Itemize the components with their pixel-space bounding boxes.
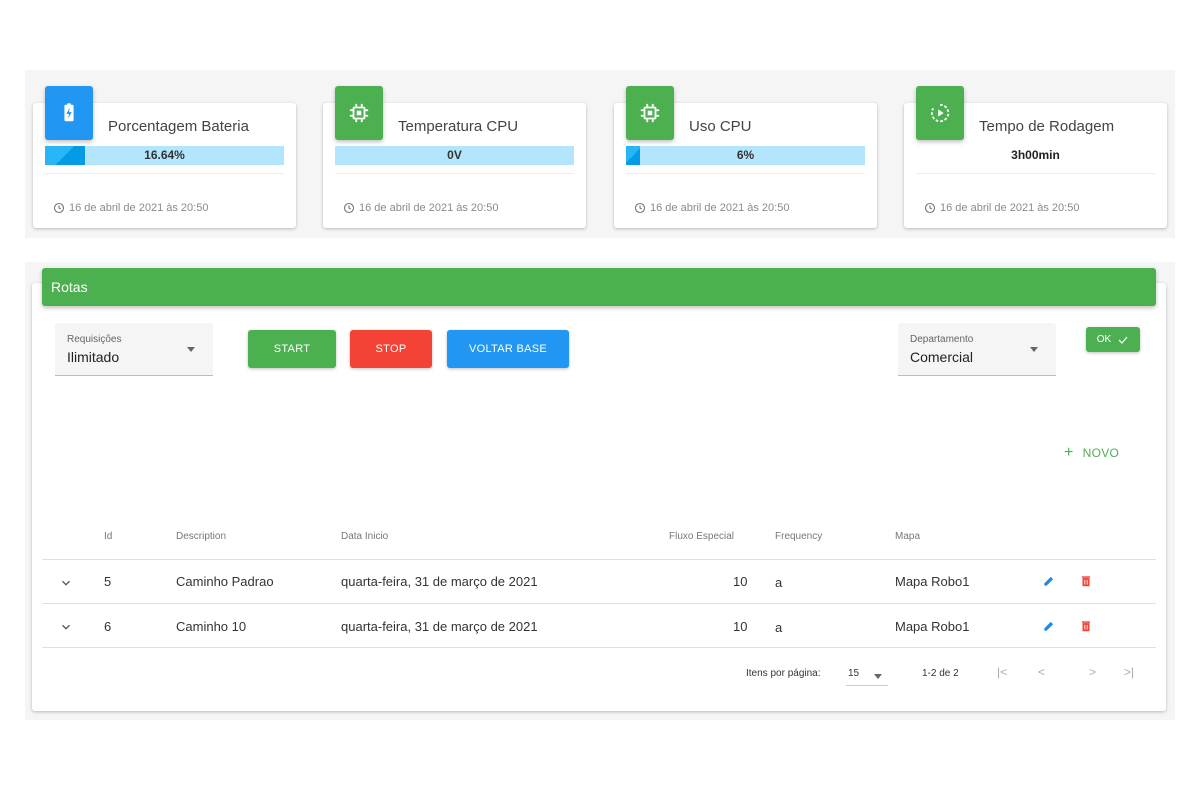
voltar-base-button[interactable]: VOLTAR BASE — [447, 330, 569, 368]
cell-id: 5 — [104, 574, 112, 589]
cell-description: Caminho Padrao — [176, 574, 274, 589]
timestamp-text: 16 de abril de 2021 às 20:50 — [359, 202, 499, 214]
runtime-card: Tempo de Rodagem 3h00min 16 de abril de … — [904, 86, 1167, 228]
requisicoes-value: Ilimitado — [67, 349, 120, 365]
requisicoes-select[interactable]: Requisições Ilimitado — [55, 323, 213, 376]
plus-icon: + — [1064, 444, 1074, 461]
dropdown-arrow-icon — [187, 347, 195, 352]
play-circle-icon — [916, 86, 964, 140]
cell-frequency: a — [775, 620, 783, 635]
column-header-fluxo-especial[interactable]: Fluxo Especial — [669, 531, 734, 542]
stat-title: Tempo de Rodagem — [979, 118, 1115, 135]
battery-charging-icon — [45, 86, 93, 140]
previous-page-icon[interactable]: < — [1038, 665, 1045, 679]
divider — [626, 173, 865, 174]
requisicoes-label: Requisições — [67, 334, 122, 345]
cell-mapa: Mapa Robo1 — [895, 619, 970, 634]
cell-data-inicio: quarta-feira, 31 de março de 2021 — [341, 574, 538, 589]
rotas-header: Rotas — [42, 268, 1156, 306]
chevron-down-icon[interactable] — [59, 620, 73, 634]
next-page-icon[interactable]: > — [1089, 665, 1096, 679]
stat-timestamp: 16 de abril de 2021 às 20:50 — [53, 202, 208, 214]
page-size-value: 15 — [848, 668, 860, 679]
departamento-value: Comercial — [910, 349, 974, 365]
items-per-page-label: Itens por página: — [746, 668, 821, 679]
cell-fluxo-especial: 10 — [733, 619, 748, 634]
column-header-frequency[interactable]: Frequency — [775, 531, 822, 542]
chevron-down-icon[interactable] — [59, 576, 73, 590]
stat-title: Temperatura CPU — [398, 118, 519, 135]
cpu-usage-progress-bar: 6% — [626, 146, 865, 165]
delete-trash-icon[interactable] — [1079, 574, 1093, 588]
runtime-value: 3h00min — [1011, 148, 1060, 162]
timestamp-text: 16 de abril de 2021 às 20:50 — [650, 202, 790, 214]
column-header-id[interactable]: Id — [104, 531, 112, 542]
dropdown-arrow-icon — [874, 674, 882, 679]
clock-icon — [53, 202, 65, 214]
ok-label: OK — [1096, 334, 1112, 345]
edit-pencil-icon[interactable] — [1042, 574, 1056, 588]
start-button[interactable]: START — [248, 330, 336, 368]
cell-fluxo-especial: 10 — [733, 574, 748, 589]
cpu-usage-value: 6% — [736, 148, 755, 162]
cell-description: Caminho 10 — [176, 619, 247, 634]
clock-icon — [634, 202, 646, 214]
stat-title: Uso CPU — [689, 118, 752, 135]
timestamp-text: 16 de abril de 2021 às 20:50 — [940, 202, 1080, 214]
rotas-title: Rotas — [51, 279, 88, 295]
stat-timestamp: 16 de abril de 2021 às 20:50 — [924, 202, 1079, 214]
cell-data-inicio: quarta-feira, 31 de março de 2021 — [341, 619, 538, 634]
cpu-chip-icon — [335, 86, 383, 140]
dropdown-arrow-icon — [1030, 347, 1038, 352]
divider — [45, 173, 284, 174]
page-size-select[interactable]: 15 — [846, 663, 888, 686]
check-icon — [1118, 336, 1128, 344]
temperature-progress-bar: 0V — [335, 146, 574, 165]
battery-progress-bar: 16.64% — [45, 146, 284, 165]
divider — [335, 173, 574, 174]
battery-value: 16.64% — [144, 148, 185, 162]
cell-mapa: Mapa Robo1 — [895, 574, 970, 589]
header-divider — [42, 559, 1156, 560]
row-divider — [42, 603, 1156, 604]
last-page-icon[interactable]: >| — [1124, 665, 1134, 679]
stat-timestamp: 16 de abril de 2021 às 20:50 — [343, 202, 498, 214]
clock-icon — [343, 202, 355, 214]
stop-button[interactable]: STOP — [350, 330, 432, 368]
temperature-value: 0V — [447, 148, 462, 162]
departamento-label: Departamento — [910, 334, 974, 345]
column-header-description[interactable]: Description — [176, 531, 226, 542]
battery-card: Porcentagem Bateria 16.64% 16 de abril d… — [33, 86, 296, 228]
cpu-usage-card: Uso CPU 6% 16 de abril de 2021 às 20:50 — [614, 86, 877, 228]
cell-frequency: a — [775, 575, 783, 590]
divider — [916, 173, 1155, 174]
stat-title: Porcentagem Bateria — [108, 118, 249, 135]
column-header-data-inicio[interactable]: Data Inicio — [341, 531, 388, 542]
novo-label: NOVO — [1082, 446, 1120, 460]
timestamp-text: 16 de abril de 2021 às 20:50 — [69, 202, 209, 214]
cell-id: 6 — [104, 619, 112, 634]
ok-button[interactable]: OK — [1086, 327, 1140, 352]
edit-pencil-icon[interactable] — [1042, 619, 1056, 633]
delete-trash-icon[interactable] — [1079, 619, 1093, 633]
departamento-select[interactable]: Departamento Comercial — [898, 323, 1056, 376]
novo-button[interactable]: + NOVO — [1064, 444, 1120, 461]
first-page-icon[interactable]: |< — [997, 665, 1007, 679]
row-divider — [42, 647, 1156, 648]
clock-icon — [924, 202, 936, 214]
cpu-chip-icon — [626, 86, 674, 140]
stat-timestamp: 16 de abril de 2021 às 20:50 — [634, 202, 789, 214]
page-range: 1-2 de 2 — [922, 668, 959, 679]
column-header-mapa[interactable]: Mapa — [895, 531, 920, 542]
cpu-temperature-card: Temperatura CPU 0V 16 de abril de 2021 à… — [323, 86, 586, 228]
